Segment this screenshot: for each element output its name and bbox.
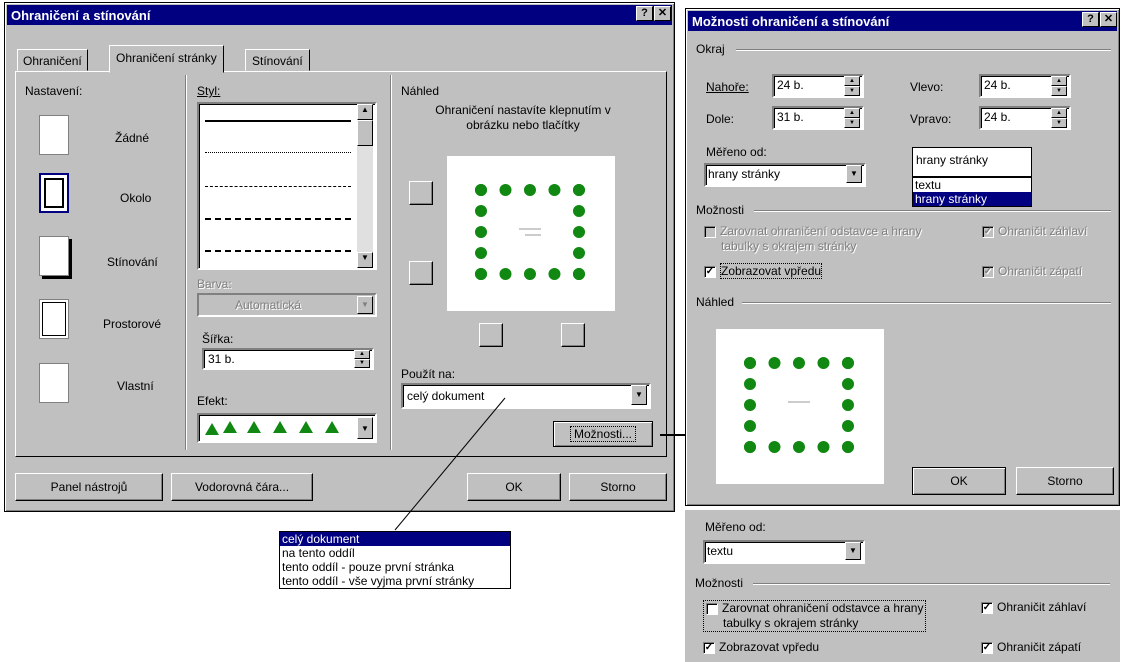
footer-checkbox[interactable]: ✓ Ohraničit zápatí [981,640,1081,654]
measure-from-options[interactable]: textu hrany stránky [912,177,1032,207]
list-item[interactable]: textu [913,178,1031,192]
options-group-label: Možnosti [695,576,744,590]
list-item[interactable]: celý dokument [280,532,510,546]
front-checkbox[interactable]: ✓ Zobrazovat vpředu [703,640,819,654]
tab-page-border[interactable]: Ohraničení stránky [109,45,224,73]
list-item[interactable]: tento oddíl - pouze první stránka [280,560,510,574]
preview-page [716,329,884,484]
right-label: Vpravo: [910,112,952,126]
footer-checkbox[interactable]: ✓ Ohraničit zápatí [982,264,1082,278]
right-spinner[interactable]: 24 b. ▲ ▼ [979,106,1071,130]
options-panel-alt: Měřeno od: textu ▼ Možnosti Zarovnat ohra… [685,510,1120,662]
dialog-title: Možnosti ohraničení a stínování [692,14,890,29]
align-checkbox[interactable]: Zarovnat ohraničení odstavce a hrany tabu… [703,600,927,632]
list-item[interactable]: hrany stránky [913,192,1031,206]
close-icon[interactable]: ✕ [1100,12,1117,27]
align-checkbox[interactable]: Zarovnat ohraničení odstavce a hrany tabu… [704,224,921,254]
ok-button[interactable]: OK [912,467,1006,495]
front-checkbox[interactable]: ✓ Zobrazovat vpředu [704,263,823,279]
header-checkbox[interactable]: ✓ Ohraničit záhlaví [982,224,1087,238]
dialog-title-bar: Možnosti ohraničení a stínování [688,11,1117,31]
top-spinner[interactable]: 24 b. ▲ ▼ [772,74,864,98]
left-label: Vlevo: [910,80,944,94]
bottom-label: Dole: [706,112,735,126]
bottom-spinner[interactable]: 31 b. ▲ ▼ [772,106,864,130]
top-label: Nahoře: [706,80,749,94]
help-icon[interactable]: ? [1082,12,1099,27]
preview-label: Náhled [696,295,735,309]
measure-from-dropdown[interactable]: hrany stránky [912,147,1032,177]
measure-from-label: Měřeno od: [705,520,766,534]
apply-to-list[interactable]: celý dokument na tento oddíl tento oddíl… [279,531,511,589]
left-spinner[interactable]: 24 b. ▲ ▼ [979,74,1071,98]
chevron-down-icon[interactable]: ▼ [845,542,861,560]
header-checkbox[interactable]: ✓ Ohraničit záhlaví [981,600,1086,614]
measure-from-label: Měřeno od: [706,145,767,159]
options-dialog: Možnosti ohraničení a stínování ? ✕ Okra… [685,8,1120,506]
cancel-button[interactable]: Storno [1016,467,1114,495]
tree-border-preview [744,357,854,453]
chevron-down-icon[interactable]: ▼ [846,165,862,183]
list-item[interactable]: na tento oddíl [280,546,510,560]
margin-group-label: Okraj [696,42,725,56]
measure-from-select[interactable]: hrany stránky ▼ [704,163,866,187]
measure-from-select[interactable]: textu ▼ [703,540,865,564]
options-group-label: Možnosti [696,203,745,217]
list-item[interactable]: tento oddíl - vše vyjma první stránky [280,574,510,588]
